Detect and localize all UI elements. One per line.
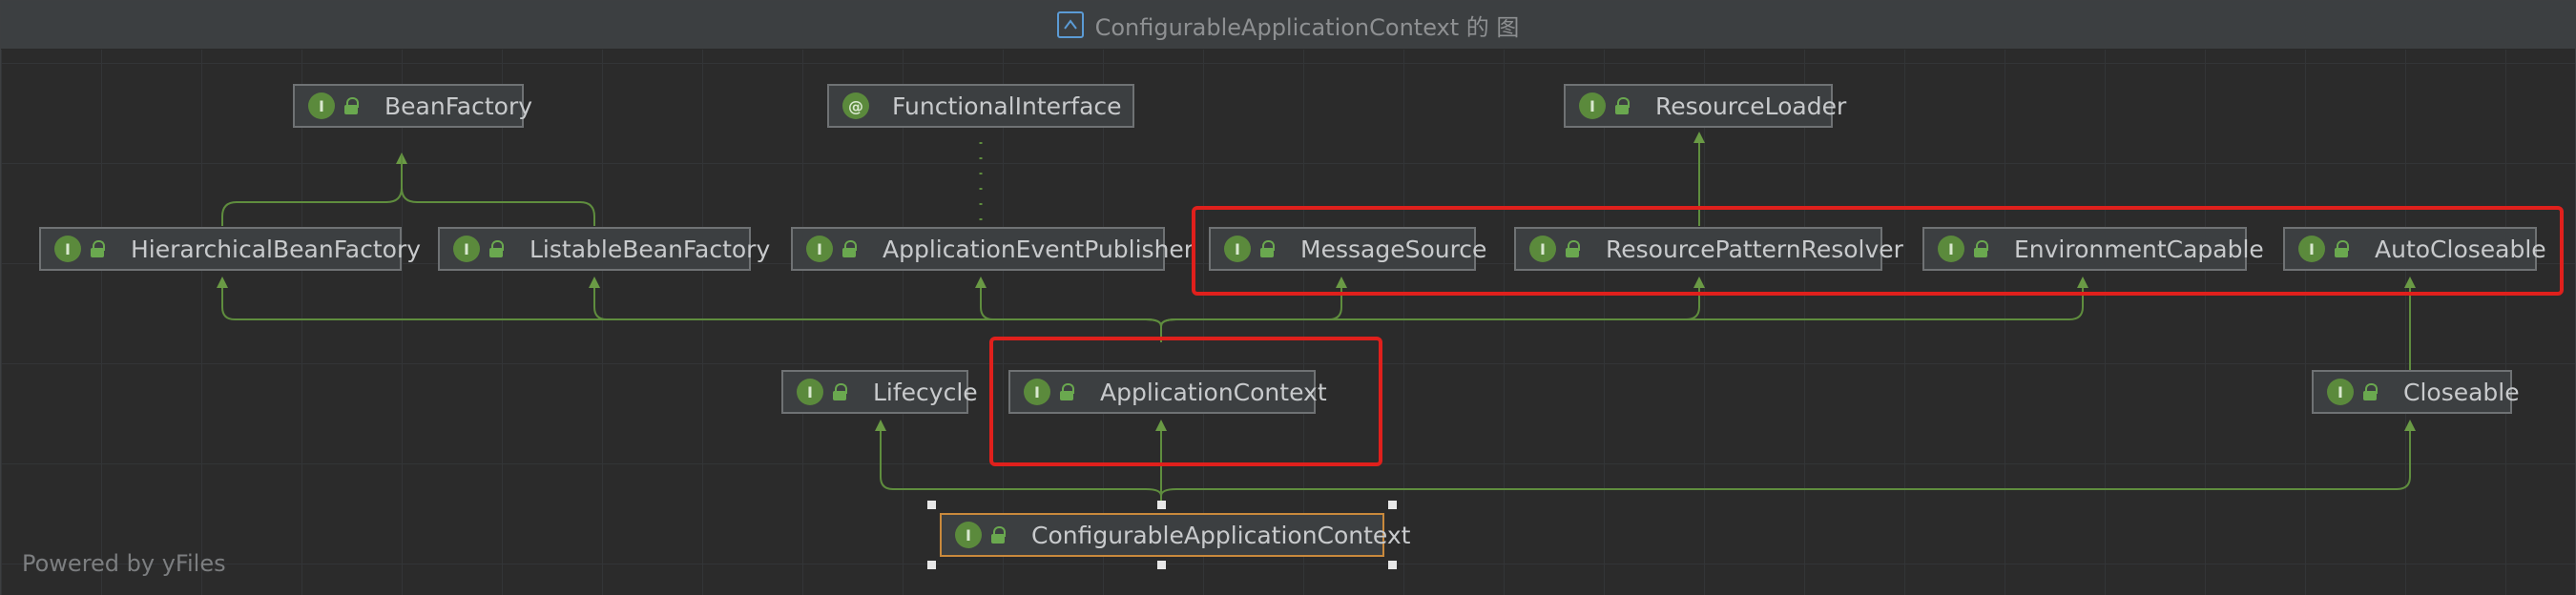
diagram-canvas[interactable]: I BeanFactory @ FunctionalInterface I Re… <box>1 50 2575 595</box>
node-label: ListableBeanFactory <box>530 235 771 263</box>
node-listable-bean-factory[interactable]: I ListableBeanFactory <box>438 227 770 271</box>
window-title: ConfigurableApplicationContext 的 图 <box>1094 13 1520 41</box>
node-closeable[interactable]: I Closeable <box>2312 370 2520 414</box>
node-functional-interface[interactable]: @ FunctionalInterface <box>827 84 1134 128</box>
public-lock-icon <box>2363 383 2379 400</box>
interface-icon: I <box>54 236 81 262</box>
public-lock-icon <box>991 526 1007 544</box>
public-lock-icon <box>1615 97 1631 114</box>
annotation-icon: @ <box>842 92 869 119</box>
selection-handle[interactable] <box>927 561 936 569</box>
node-hierarchical-bean-factory[interactable]: I HierarchicalBeanFactory <box>39 227 421 271</box>
node-lifecycle[interactable]: I Lifecycle <box>781 370 978 414</box>
edge-appctx-to-publisher <box>975 277 1162 327</box>
node-application-event-publisher[interactable]: I ApplicationEventPublisher <box>791 227 1194 271</box>
selection-handle[interactable] <box>1388 501 1397 509</box>
interface-icon: I <box>308 92 335 119</box>
highlight-parent-interfaces <box>1192 206 2564 296</box>
public-lock-icon <box>344 97 360 114</box>
interface-icon: I <box>955 522 982 548</box>
powered-by-label: Powered by yFiles <box>22 550 226 577</box>
public-lock-icon <box>489 240 505 257</box>
interface-icon: I <box>806 236 833 262</box>
node-label: ApplicationEventPublisher <box>883 235 1195 263</box>
interface-icon: I <box>453 236 480 262</box>
interface-icon: I <box>1579 92 1606 119</box>
selection-handle[interactable] <box>1157 561 1166 569</box>
node-label: ConfigurableApplicationContext <box>1031 521 1411 549</box>
edge-hierarchical-to-beanfactory <box>221 153 407 226</box>
node-label: FunctionalInterface <box>892 92 1122 120</box>
node-resource-loader[interactable]: I ResourceLoader <box>1564 84 1846 128</box>
edge-appctx-to-hierarchical <box>217 277 1162 342</box>
interface-icon: I <box>797 379 823 405</box>
selection-handle[interactable] <box>1157 501 1166 509</box>
node-label: ResourceLoader <box>1655 92 1847 120</box>
selection-handle[interactable] <box>927 501 936 509</box>
public-lock-icon <box>833 383 848 400</box>
highlight-application-context <box>989 337 1382 466</box>
node-label: BeanFactory <box>384 92 533 120</box>
class-diagram-icon <box>1056 11 1084 38</box>
diagram-window: ConfigurableApplicationContext 的 图 I Bea… <box>0 0 2576 595</box>
public-lock-icon <box>842 240 858 257</box>
interface-icon: I <box>2327 379 2354 405</box>
node-label: Closeable <box>2403 378 2520 406</box>
title-bar: ConfigurableApplicationContext 的 图 <box>1 1 2575 50</box>
node-label: HierarchicalBeanFactory <box>131 235 422 263</box>
edge-listable-to-beanfactory <box>401 154 595 226</box>
node-configurable-application-context[interactable]: I ConfigurableApplicationContext <box>940 513 1410 557</box>
selection-handle[interactable] <box>1388 561 1397 569</box>
node-label: Lifecycle <box>873 378 978 406</box>
public-lock-icon <box>91 240 106 257</box>
node-bean-factory[interactable]: I BeanFactory <box>293 84 532 128</box>
